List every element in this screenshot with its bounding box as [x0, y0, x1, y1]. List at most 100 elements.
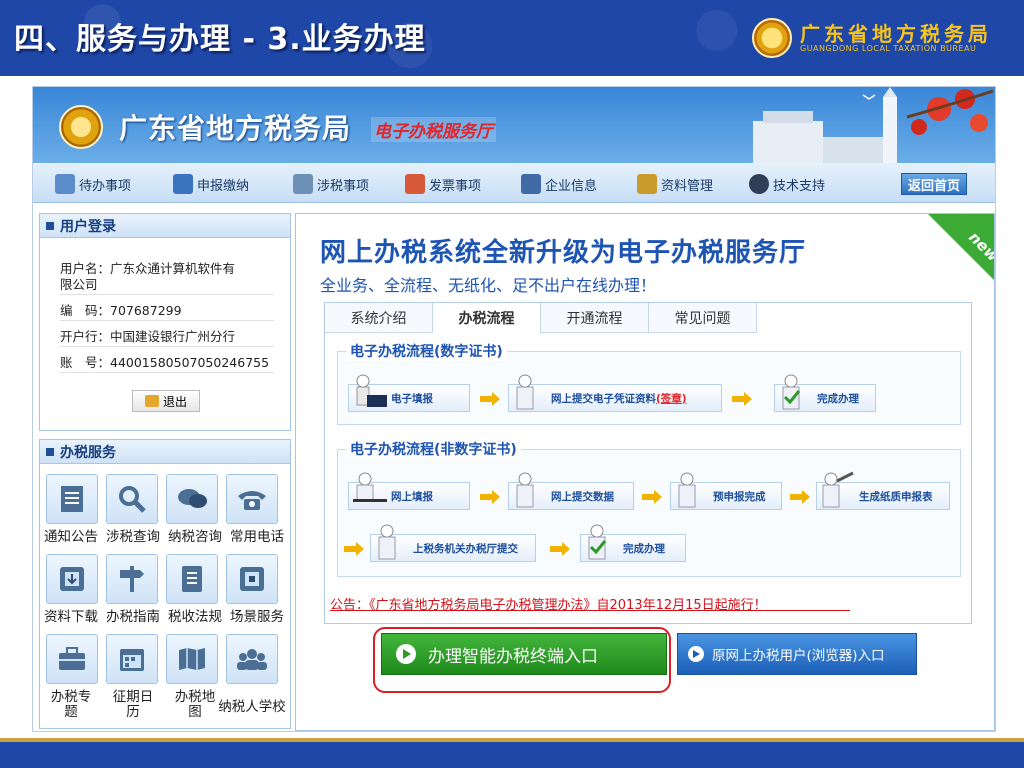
portal-banner: 广东省地方税务局 电子办税服务厅 [33, 87, 995, 163]
play-icon [688, 646, 704, 662]
map-icon [179, 648, 205, 670]
login-panel: 用户登录 用户名：广东众通计算机软件有 限公司 编 码：707687299 开户… [39, 213, 291, 431]
nav-company-info[interactable]: 企业信息 [521, 173, 597, 195]
service-label: 通知公告 [44, 529, 98, 545]
step-submit-hall: 上税务机关办税厅提交 [370, 524, 536, 562]
bank-account: 账 号：44001580507050246755 [60, 355, 270, 370]
tab-faq[interactable]: 常见问题 [649, 303, 757, 333]
tab-system-intro[interactable]: 系统介绍 [325, 303, 433, 333]
notice-underline [330, 610, 850, 611]
people-group-icon [237, 649, 267, 670]
regulation-tile[interactable] [166, 554, 218, 604]
search-icon [119, 486, 146, 513]
step-submit-data: 网上提交数据 [508, 472, 634, 510]
building-scene-icon [753, 87, 994, 163]
logout-button[interactable]: 退出 [132, 390, 200, 412]
slide-header: 四、服务与办理 - 3.业务办理 广东省地方税务局 GUANGDONG LOCA… [0, 0, 1024, 76]
service-heading: 办税服务 [60, 444, 116, 461]
slide-footer [0, 738, 1024, 768]
arrow-right-icon [642, 490, 662, 504]
play-icon [396, 644, 416, 664]
school-tile[interactable] [226, 634, 278, 684]
topic-tile[interactable] [46, 634, 98, 684]
smart-terminal-entry-button[interactable]: 办理智能办税终端入口 [381, 633, 667, 675]
service-label: 常用电话 [230, 529, 284, 545]
divider [60, 320, 274, 321]
calendar-icon [120, 649, 144, 671]
divider [60, 372, 274, 373]
service-label: 资料下载 [44, 609, 98, 625]
step-complete: 完成办理 [774, 374, 876, 412]
person-icon [378, 524, 396, 560]
step-pre-declare: 预申报完成 [670, 472, 782, 510]
notice-document-icon [61, 486, 83, 512]
login-panel-header: 用户登录 [40, 214, 290, 238]
phone-tile[interactable] [226, 474, 278, 524]
person-icon [516, 472, 534, 508]
username-line2: 限公司 [60, 277, 98, 292]
arrow-right-icon [480, 490, 500, 504]
bureau-name: 广东省地方税务局 [800, 22, 992, 46]
new-badge: new [928, 214, 994, 280]
main-title: 网上办税系统全新升级为电子办税服务厅 [320, 238, 807, 268]
consult-tile[interactable] [166, 474, 218, 524]
step-online-fill: 网上填报 [348, 472, 470, 510]
calendar-tile[interactable] [106, 634, 158, 684]
service-label: 办税指南 [106, 609, 160, 625]
service-label: 场景服务 [230, 609, 284, 625]
tax-portal-screenshot: 广东省地方税务局 电子办税服务厅 待办事项 申报缴纳 涉税事项 发票事项 企业信… [32, 86, 996, 732]
login-heading: 用户登录 [60, 218, 116, 235]
arrow-right-icon [732, 392, 752, 406]
telephone-icon [238, 491, 266, 510]
tab-tax-process[interactable]: 办税流程 [433, 303, 541, 333]
home-button[interactable]: 返回首页 [901, 173, 967, 195]
process-tabs: 系统介绍 办税流程 开通流程 常见问题 电子办税流程(数字证书) 电子填报 网上… [324, 302, 972, 624]
clipboard-icon [55, 174, 75, 194]
square-bullet-icon [46, 221, 54, 230]
flow-non-digital-cert: 电子办税流程(非数字证书) 网上填报 网上提交数据 预申报完成 生成纸质申报表 … [337, 439, 961, 577]
step-complete-2: 完成办理 [580, 524, 686, 562]
service-label: 征期日历 [112, 689, 154, 720]
main-subtitle: 全业务、全流程、无纸化、足不出户在线办理！ [320, 276, 657, 295]
service-panel-header: 办税服务 [40, 440, 290, 464]
step-e-fill: 电子填报 [348, 374, 470, 412]
tax-query-tile[interactable] [106, 474, 158, 524]
divider [60, 294, 274, 295]
service-label: 税收法规 [168, 609, 222, 625]
nav-tech-support[interactable]: 技术支持 [749, 173, 825, 195]
service-panel: 办税服务 通知公告 涉税查询 纳税咨询 常用电话 资料下载 办税指南 税收法规 … [39, 439, 291, 729]
portal-nav: 待办事项 申报缴纳 涉税事项 发票事项 企业信息 资料管理 技术支持 返回首页 [33, 163, 995, 203]
download-tile[interactable] [46, 554, 98, 604]
nav-data-manage[interactable]: 资料管理 [637, 173, 713, 195]
checkmark-person-icon [588, 524, 607, 560]
person-icon [678, 472, 696, 508]
guide-tile[interactable] [106, 554, 158, 604]
map-tile[interactable] [166, 634, 218, 684]
taxpayer-code: 编 码：707687299 [60, 303, 182, 318]
support-agent-icon [749, 174, 769, 194]
notice-tile[interactable] [46, 474, 98, 524]
slide-title: 四、服务与办理 - 3.业务办理 [14, 22, 426, 57]
nav-declare-pay[interactable]: 申报缴纳 [173, 173, 249, 195]
step-submit-voucher: 网上提交电子凭证资料 (签章) [508, 374, 722, 412]
telescope-person-icon [822, 471, 854, 508]
divider [60, 346, 274, 347]
service-label: 涉税查询 [106, 529, 160, 545]
checkmark-person-icon [782, 374, 801, 410]
nav-invoice[interactable]: 发票事项 [405, 173, 481, 195]
scene-service-tile[interactable] [226, 554, 278, 604]
service-label: 纳税人学校 [218, 699, 286, 715]
flow-digital-cert: 电子办税流程(数字证书) 电子填报 网上提交电子凭证资料 (签章) 完成办理 [337, 341, 961, 425]
tab-open-process[interactable]: 开通流程 [541, 303, 649, 333]
service-label: 办税专题 [50, 689, 92, 720]
flow-title: 电子办税流程(数字证书) [346, 341, 507, 361]
nav-pending[interactable]: 待办事项 [55, 173, 131, 195]
laptop-person-icon [356, 374, 387, 407]
briefcase-icon [59, 647, 85, 670]
nav-tax-matters[interactable]: 涉税事项 [293, 173, 369, 195]
browser-entry-button[interactable]: 原网上办税用户(浏览器)入口 [677, 633, 917, 675]
regulation-book-icon [182, 566, 202, 592]
new-ribbon-icon: new [928, 214, 994, 280]
banner-subtitle: 电子办税服务厅 [371, 117, 496, 142]
books-icon [637, 174, 657, 194]
